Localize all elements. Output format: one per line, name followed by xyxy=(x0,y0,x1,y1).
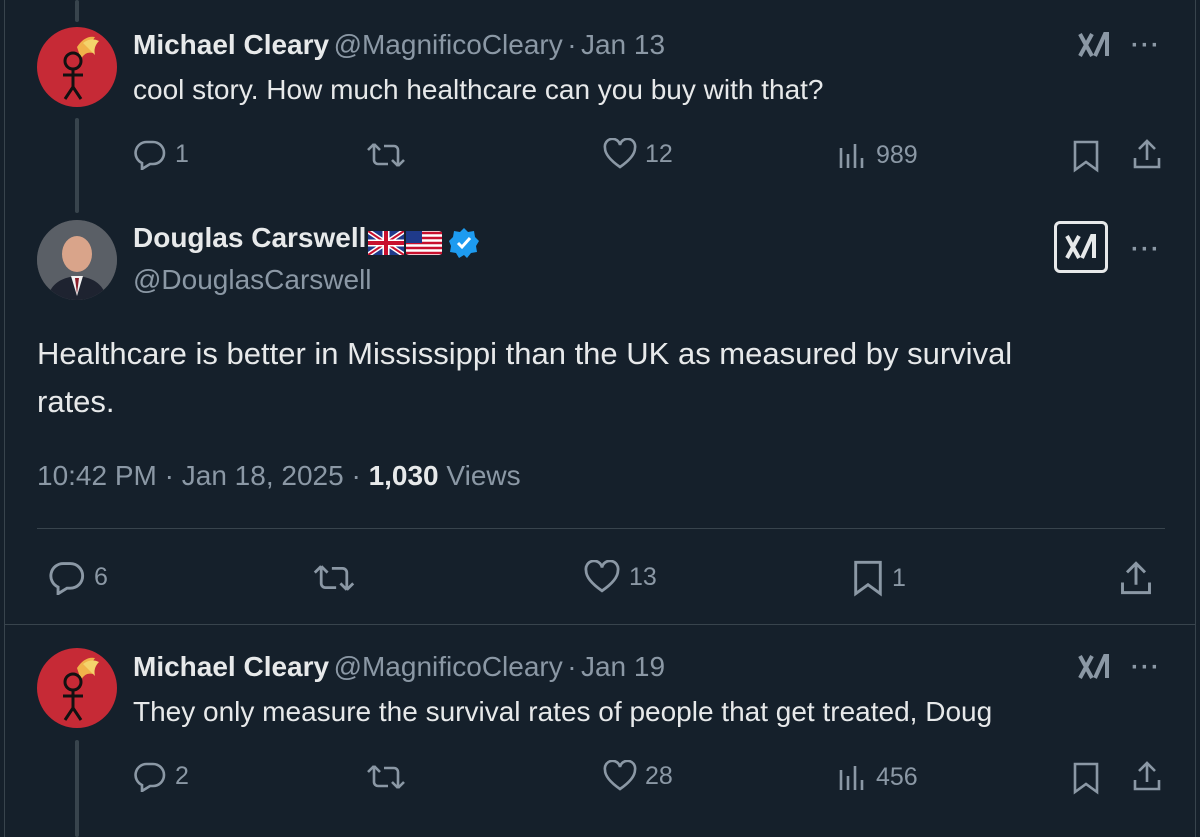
grok-icon xyxy=(1065,234,1096,259)
share-icon[interactable] xyxy=(1131,138,1163,170)
reply-icon xyxy=(134,762,166,792)
grok-icon[interactable] xyxy=(1077,30,1111,60)
avatar-michael-cleary[interactable] xyxy=(37,27,117,107)
views-button[interactable]: 989 xyxy=(838,140,918,170)
view-count: 456 xyxy=(876,762,918,791)
author-name[interactable]: Michael Cleary xyxy=(133,651,329,682)
post-time[interactable]: 10:42 PM xyxy=(37,460,157,491)
author-handle[interactable]: @DouglasCarswell xyxy=(133,264,372,296)
like-count: 28 xyxy=(645,761,673,790)
share-icon[interactable] xyxy=(1131,760,1163,792)
author-name[interactable]: Douglas Carswell xyxy=(133,222,366,253)
reply-count: 6 xyxy=(94,562,108,591)
heart-icon xyxy=(603,760,637,791)
retweet-button[interactable] xyxy=(312,562,356,594)
left-border xyxy=(4,0,5,837)
separator: · xyxy=(164,460,174,491)
like-button[interactable]: 12 xyxy=(603,138,673,170)
separator: · xyxy=(567,651,577,682)
separator: · xyxy=(351,460,361,491)
grok-button[interactable] xyxy=(1054,221,1108,273)
post-meta: 10:42 PM · Jan 18, 2025 · 1,030 Views xyxy=(37,460,521,492)
thread-line-top xyxy=(75,0,79,22)
share-icon[interactable] xyxy=(1118,560,1154,596)
thread-line-reply1 xyxy=(75,118,79,213)
author-handle[interactable]: @MagnificoCleary xyxy=(334,651,563,682)
main-header: Douglas Carswell xyxy=(133,222,480,259)
analytics-icon xyxy=(839,144,864,168)
reply2-text: They only measure the survival rates of … xyxy=(133,696,993,727)
author-handle[interactable]: @MagnificoCleary xyxy=(334,29,563,60)
us-flag-icon xyxy=(406,230,443,255)
avatar-michael-cleary[interactable] xyxy=(37,648,117,728)
post-date[interactable]: Jan 13 xyxy=(581,29,665,60)
section-divider xyxy=(4,624,1196,625)
divider xyxy=(37,528,1165,529)
reply2-header: Michael Cleary @MagnificoCleary · Jan 19 xyxy=(133,651,665,683)
reply-button[interactable]: 6 xyxy=(48,559,108,595)
retweet-icon xyxy=(367,143,405,167)
reply-button[interactable]: 1 xyxy=(133,138,189,170)
retweet-button[interactable] xyxy=(366,762,406,792)
bookmark-icon[interactable] xyxy=(1072,139,1100,173)
uk-flag-icon xyxy=(368,230,405,255)
grok-icon[interactable] xyxy=(1077,652,1111,682)
view-count: 1,030 xyxy=(368,460,439,491)
view-count: 989 xyxy=(876,140,918,169)
views-label: Views xyxy=(446,460,521,491)
post-date[interactable]: Jan 19 xyxy=(581,651,665,682)
reply1-text: cool story. How much healthcare can you … xyxy=(133,74,824,105)
views-button[interactable]: 456 xyxy=(838,762,918,792)
retweet-icon xyxy=(313,565,355,591)
right-border xyxy=(1195,0,1196,837)
reply-button[interactable]: 2 xyxy=(133,760,189,792)
more-icon[interactable]: ··· xyxy=(1131,654,1161,682)
reply-icon xyxy=(134,140,166,170)
bookmark-count: 1 xyxy=(892,563,906,592)
separator: · xyxy=(567,29,577,60)
more-icon[interactable]: ··· xyxy=(1131,32,1161,60)
main-text-line1: Healthcare is better in Mississippi than… xyxy=(37,336,1013,371)
bookmark-icon[interactable] xyxy=(1072,761,1100,795)
reply-icon xyxy=(49,562,85,595)
verified-badge-icon xyxy=(449,227,480,258)
heart-icon xyxy=(584,560,620,593)
retweet-button[interactable] xyxy=(366,140,406,170)
retweet-icon xyxy=(367,765,405,789)
author-name[interactable]: Michael Cleary xyxy=(133,29,329,60)
like-button[interactable]: 28 xyxy=(603,760,673,792)
post-date[interactable]: Jan 18, 2025 xyxy=(182,460,344,491)
main-text-line2: rates. xyxy=(37,384,115,419)
avatar-douglas-carswell[interactable] xyxy=(37,220,117,300)
heart-icon xyxy=(603,138,637,169)
bookmark-button[interactable]: 1 xyxy=(852,559,906,597)
more-icon[interactable]: ··· xyxy=(1131,236,1161,264)
like-count: 13 xyxy=(629,562,657,591)
analytics-icon xyxy=(839,766,864,790)
like-button[interactable]: 13 xyxy=(583,560,657,594)
bookmark-icon xyxy=(854,560,882,597)
reply-count: 1 xyxy=(175,139,189,168)
reply-count: 2 xyxy=(175,761,189,790)
thread-line-reply2 xyxy=(75,740,79,837)
reply1-header: Michael Cleary @MagnificoCleary · Jan 13 xyxy=(133,29,665,61)
like-count: 12 xyxy=(645,139,673,168)
